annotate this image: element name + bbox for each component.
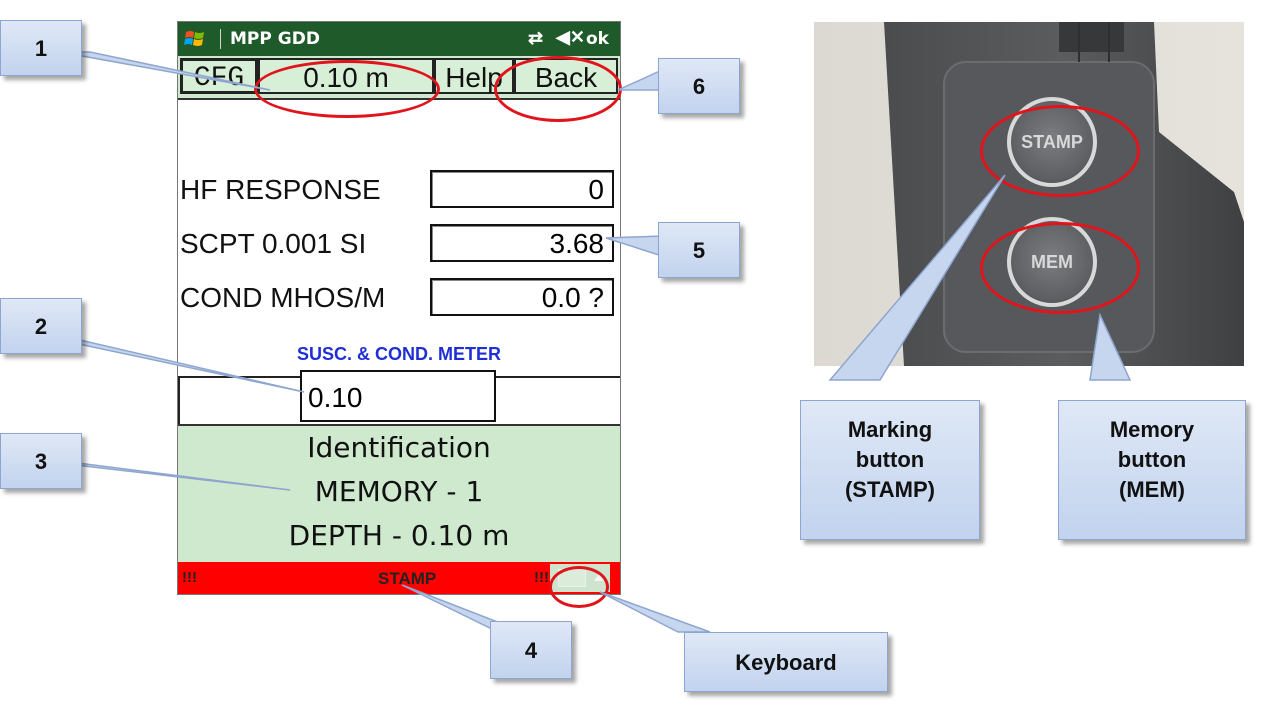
callout-line: (STAMP)	[844, 477, 936, 502]
callout-line: button	[855, 447, 925, 472]
callout-3: 3	[0, 433, 82, 489]
callout-5: 5	[658, 222, 740, 278]
callout-marking-button: Marking button (STAMP)	[800, 400, 980, 540]
callout-keyboard: Keyboard	[684, 632, 888, 692]
callout-4: 4	[490, 621, 572, 679]
callout-pointers	[49, 51, 1132, 634]
callout-1: 1	[0, 20, 82, 76]
callout-6: 6	[658, 58, 740, 114]
callout-memory-button: Memory button (MEM)	[1058, 400, 1246, 540]
callout-line: Marking	[847, 417, 933, 442]
callout-line: (MEM)	[1119, 477, 1185, 502]
callout-line: Memory	[1109, 417, 1195, 442]
callout-2: 2	[0, 298, 82, 354]
callout-line: button	[1117, 447, 1187, 472]
